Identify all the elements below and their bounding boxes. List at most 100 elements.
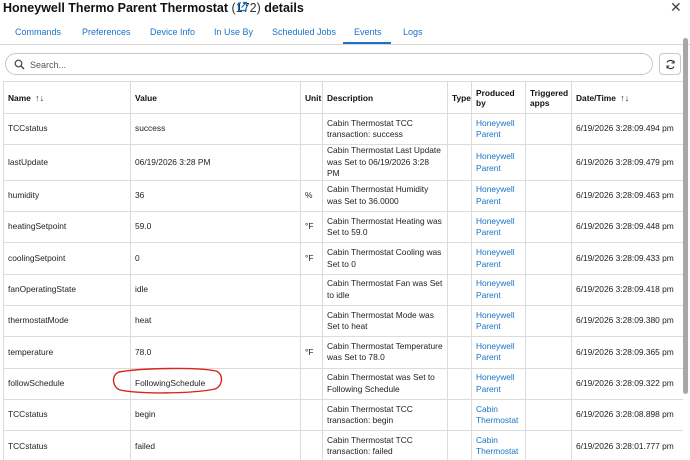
- cell-name: humidity: [3, 179, 131, 213]
- column-header-name[interactable]: Name ↑↓: [3, 81, 131, 114]
- cell-type: [447, 430, 472, 460]
- table-row[interactable]: coolingSetpoint 0 °F Cabin Thermostat Cooli…: [3, 242, 683, 275]
- cell-datetime: 6/19/2026 3:28:09.433 pm: [571, 242, 683, 275]
- table-row[interactable]: TCCstatus failed Cabin Thermostat TCC tran…: [3, 430, 683, 460]
- cell-unit: [300, 367, 323, 400]
- table-row[interactable]: TCCstatus begin Cabin Thermostat TCC trans…: [3, 398, 683, 432]
- cell-produced-by[interactable]: Honeywell Parent: [471, 367, 526, 400]
- title-bar: Honeywell Thermo Parent Thermostat (172)…: [0, 0, 690, 18]
- highlight-annotation: [112, 367, 223, 394]
- tab-commands[interactable]: Commands: [15, 27, 61, 37]
- table-row[interactable]: heatingSetpoint 59.0 °F Cabin Thermostat He…: [3, 211, 683, 244]
- cell-value: begin: [130, 398, 301, 432]
- cell-triggered-apps: [525, 398, 572, 432]
- cell-datetime: 6/19/2026 3:28:09.448 pm: [571, 211, 683, 244]
- close-icon[interactable]: ✕: [670, 0, 682, 14]
- cell-description: Cabin Thermostat Last Update was Set to …: [322, 144, 448, 181]
- cell-triggered-apps: [525, 211, 572, 244]
- cell-unit: [300, 430, 323, 460]
- cell-value: 78.0: [130, 336, 301, 369]
- external-link-icon[interactable]: [236, 1, 248, 13]
- cell-triggered-apps: [525, 112, 572, 146]
- tab-bar: Commands Preferences Device Info In Use …: [0, 22, 690, 45]
- scrollbar[interactable]: [683, 38, 688, 394]
- cell-datetime: 6/19/2026 3:28:09.322 pm: [571, 367, 683, 400]
- cell-produced-by[interactable]: Honeywell Parent: [471, 242, 526, 275]
- refresh-button[interactable]: [659, 53, 681, 75]
- cell-produced-by[interactable]: Honeywell Parent: [471, 179, 526, 213]
- tab-scheduled-jobs[interactable]: Scheduled Jobs: [272, 27, 336, 37]
- cell-produced-by[interactable]: Cabin Thermostat: [471, 398, 526, 432]
- cell-triggered-apps: [525, 242, 572, 275]
- cell-unit: [300, 398, 323, 432]
- table-row[interactable]: lastUpdate 06/19/2026 3:28 PM Cabin Thermo…: [3, 144, 683, 181]
- cell-produced-by[interactable]: Honeywell Parent: [471, 112, 526, 146]
- cell-value: 06/19/2026 3:28 PM: [130, 144, 301, 181]
- cell-name: fanOperatingState: [3, 273, 131, 306]
- search-input[interactable]: [30, 57, 630, 72]
- column-header-produced-by[interactable]: Produced by: [471, 81, 526, 114]
- cell-type: [447, 242, 472, 275]
- cell-unit: °F: [300, 211, 323, 244]
- cell-datetime: 6/19/2026 3:28:09.479 pm: [571, 144, 683, 181]
- cell-triggered-apps: [525, 430, 572, 460]
- tab-device-info[interactable]: Device Info: [150, 27, 195, 37]
- column-header-description[interactable]: Description: [322, 81, 448, 114]
- table-row[interactable]: TCCstatus success Cabin Thermostat TCC tra…: [3, 112, 683, 146]
- cell-name: TCCstatus: [3, 112, 131, 146]
- cell-name: lastUpdate: [3, 144, 131, 181]
- column-header-datetime[interactable]: Date/Time ↑↓: [571, 81, 683, 114]
- cell-produced-by[interactable]: Honeywell Parent: [471, 144, 526, 181]
- cell-produced-by[interactable]: Honeywell Parent: [471, 336, 526, 369]
- table-row[interactable]: thermostatMode heat Cabin Thermostat Mode …: [3, 304, 683, 338]
- cell-type: [447, 211, 472, 244]
- column-header-type[interactable]: Type: [447, 81, 472, 114]
- cell-description: Cabin Thermostat Cooling was Set to 0: [322, 242, 448, 275]
- tab-in-use-by[interactable]: In Use By: [214, 27, 253, 37]
- tab-events[interactable]: Events: [354, 27, 382, 37]
- cell-produced-by[interactable]: Honeywell Parent: [471, 304, 526, 338]
- cell-produced-by[interactable]: Honeywell Parent: [471, 273, 526, 306]
- table-row[interactable]: followSchedule FollowingSchedule Cabin The…: [3, 367, 683, 400]
- sort-icon[interactable]: ↑↓: [620, 93, 629, 103]
- cell-type: [447, 336, 472, 369]
- cell-value: failed: [130, 430, 301, 460]
- events-table: Name ↑↓ Value Unit Description Type Prod…: [3, 81, 683, 460]
- cell-triggered-apps: [525, 336, 572, 369]
- cell-description: Cabin Thermostat Fan was Set to idle: [322, 273, 448, 306]
- cell-name: TCCstatus: [3, 398, 131, 432]
- cell-name: thermostatMode: [3, 304, 131, 338]
- search-box: [5, 53, 653, 75]
- page-title: Honeywell Thermo Parent Thermostat (172)…: [3, 1, 304, 15]
- cell-triggered-apps: [525, 367, 572, 400]
- cell-unit: °F: [300, 336, 323, 369]
- cell-datetime: 6/19/2026 3:28:09.365 pm: [571, 336, 683, 369]
- table-row[interactable]: humidity 36% Cabin Thermostat Humidity was…: [3, 179, 683, 213]
- cell-name: heatingSetpoint: [3, 211, 131, 244]
- cell-type: [447, 112, 472, 146]
- sort-icon[interactable]: ↑↓: [35, 93, 44, 103]
- device-name: Honeywell Thermo Parent Thermostat: [3, 1, 229, 15]
- cell-description: Cabin Thermostat TCC transaction: begin: [322, 398, 448, 432]
- cell-triggered-apps: [525, 273, 572, 306]
- cell-datetime: 6/19/2026 3:28:09.494 pm: [571, 112, 683, 146]
- column-header-value[interactable]: Value: [130, 81, 301, 114]
- cell-value: heat: [130, 304, 301, 338]
- cell-triggered-apps: [525, 144, 572, 181]
- cell-description: Cabin Thermostat Mode was Set to heat: [322, 304, 448, 338]
- column-header-unit[interactable]: Unit: [300, 81, 323, 114]
- cell-datetime: 6/19/2026 3:28:08.898 pm: [571, 398, 683, 432]
- cell-type: [447, 273, 472, 306]
- cell-datetime: 6/19/2026 3:28:09.418 pm: [571, 273, 683, 306]
- tab-preferences[interactable]: Preferences: [82, 27, 131, 37]
- cell-unit: [300, 273, 323, 306]
- cell-produced-by[interactable]: Cabin Thermostat: [471, 430, 526, 460]
- table-row[interactable]: fanOperatingState idle Cabin Thermostat Fa…: [3, 273, 683, 306]
- cell-produced-by[interactable]: Honeywell Parent: [471, 211, 526, 244]
- table-row[interactable]: temperature 78.0 °F Cabin Thermostat Temper…: [3, 336, 683, 369]
- column-header-triggered-apps[interactable]: Triggered apps: [525, 81, 572, 114]
- tab-logs[interactable]: Logs: [403, 27, 423, 37]
- table-header-row: Name ↑↓ Value Unit Description Type Prod…: [3, 81, 683, 114]
- cell-value: success: [130, 112, 301, 146]
- cell-value: 59.0: [130, 211, 301, 244]
